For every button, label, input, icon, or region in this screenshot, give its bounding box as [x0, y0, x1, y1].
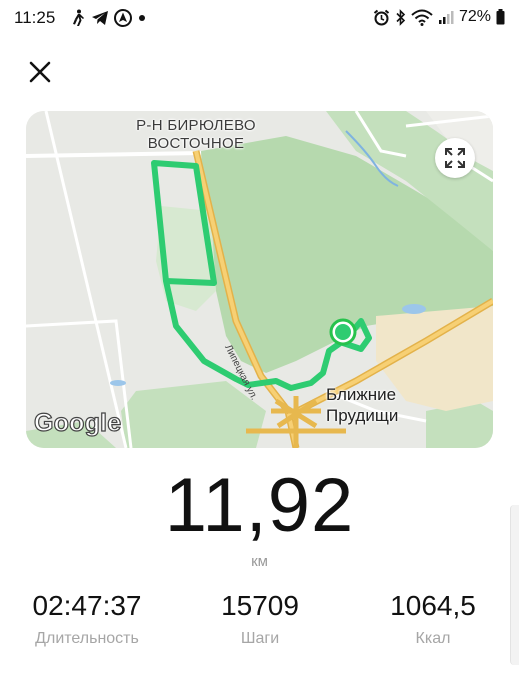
status-notification-icons: [70, 9, 147, 27]
wifi-icon: [411, 9, 433, 26]
fullscreen-icon: [445, 148, 465, 168]
scrollbar[interactable]: [510, 505, 519, 665]
calories-stat: 1064,5 Ккал: [348, 590, 518, 648]
signal-icon: [438, 9, 454, 25]
duration-value: 02:47:37: [32, 590, 142, 621]
fullscreen-button[interactable]: [435, 138, 475, 178]
steps-stat: 15709 Шаги: [175, 590, 345, 648]
district-label: Р-Н БИРЮЛЕВО ВОСТОЧНОЕ: [136, 117, 256, 152]
more-notifications-dot: [137, 13, 147, 23]
distance-value: 11,92: [164, 463, 355, 548]
walk-icon: [70, 9, 86, 27]
telegram-icon: [91, 10, 109, 26]
route-map[interactable]: Р-Н БИРЮЛЕВО ВОСТОЧНОЕ Липецкая ул. Ближ…: [26, 111, 493, 448]
status-bar: 11:25 72%: [0, 0, 519, 36]
status-system-icons: 72%: [373, 8, 505, 26]
bluetooth-icon: [395, 8, 406, 26]
duration-label: Длительность: [35, 630, 139, 647]
navigation-icon: [114, 9, 132, 27]
google-logo: Google: [33, 408, 122, 437]
water-pond: [402, 304, 426, 314]
water-pond: [110, 380, 126, 386]
status-time: 11:25: [14, 8, 56, 27]
duration-stat: 02:47:37 Длительность: [2, 590, 172, 648]
battery-percent: 72%: [458, 8, 491, 25]
steps-label: Шаги: [240, 630, 280, 647]
distance-unit: км: [251, 553, 268, 570]
calories-label: Ккал: [415, 630, 451, 647]
calories-value: 1064,5: [390, 590, 476, 621]
battery-icon: [496, 9, 505, 25]
place-label: Ближние Прудищи: [326, 385, 399, 425]
close-icon: [29, 61, 51, 83]
alarm-icon: [373, 9, 390, 26]
steps-value: 15709: [221, 590, 299, 621]
close-button[interactable]: [26, 58, 54, 86]
